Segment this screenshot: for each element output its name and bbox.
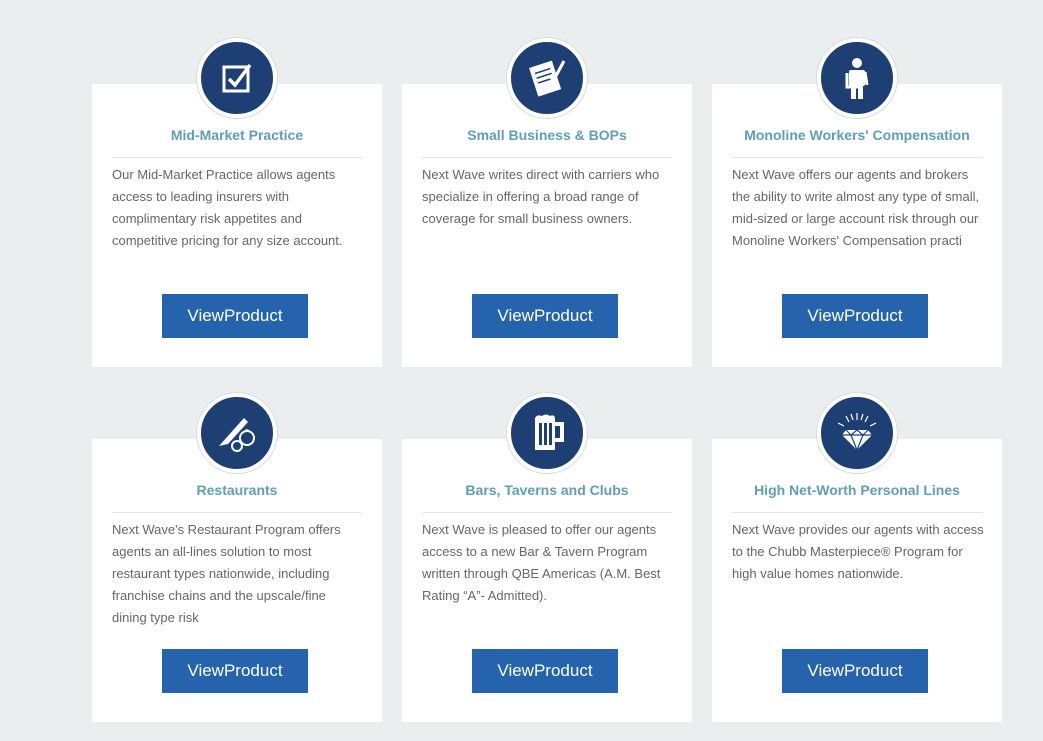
badge-circle [197,393,277,473]
card-title: Bars, Taverns and Clubs [465,482,629,498]
card-title: Mid-Market Practice [170,127,304,143]
diamond-icon [837,413,877,452]
product-card-mid-market: Mid-Market Practice Our Mid-Market Pract… [92,38,382,367]
badge-circle [817,38,897,118]
divider [422,157,672,158]
product-card-workers-comp: Monoline Workers' Compensation Next Wave… [712,38,1002,367]
document-pen-icon [529,60,566,97]
card-title: Monoline Workers' Compensation [744,127,970,143]
divider [732,512,982,513]
card-title: High Net-Worth Personal Lines [754,482,960,498]
product-card-bars-taverns: Bars, Taverns and Clubs Next Wave is ple… [402,393,692,722]
card-title: Small Business & BOPs [467,127,627,143]
product-card-small-business: Small Business & BOPs Next Wave writes d… [402,38,692,367]
product-card-high-net-worth: High Net-Worth Personal Lines Next Wave … [712,393,1002,722]
card-description: Next Wave's Restaurant Program offers ag… [112,522,341,625]
card-description: Next Wave offers our agents and brokers … [732,167,980,248]
view-product-button[interactable]: ViewProduct [472,649,618,693]
card-description: Next Wave writes direct with carriers wh… [422,167,660,226]
badge-circle [507,38,587,118]
knife-vegetables-icon [219,418,255,452]
view-product-button[interactable]: ViewProduct [782,294,928,338]
divider [732,157,982,158]
card-title: Restaurants [196,482,278,498]
view-product-button[interactable]: ViewProduct [162,649,308,693]
view-product-button[interactable]: ViewProduct [162,294,308,338]
divider [112,512,362,513]
view-product-button[interactable]: ViewProduct [472,294,618,338]
card-description: Our Mid-Market Practice allows agents ac… [112,167,343,248]
product-card-restaurants: Restaurants Next Wave's Restaurant Progr… [92,393,382,722]
badge-circle [507,393,587,473]
beer-mug-icon [535,414,564,450]
card-description: Next Wave provides our agents with acces… [732,522,984,581]
product-grid: Mid-Market Practice Our Mid-Market Pract… [0,0,1043,741]
divider [422,512,672,513]
injured-worker-icon [845,58,869,99]
divider [112,157,362,158]
badge-circle [817,393,897,473]
view-product-button[interactable]: ViewProduct [782,649,928,693]
badge-circle [197,38,277,118]
card-description: Next Wave is pleased to offer our agents… [422,522,661,603]
checkbox-icon [222,63,252,93]
